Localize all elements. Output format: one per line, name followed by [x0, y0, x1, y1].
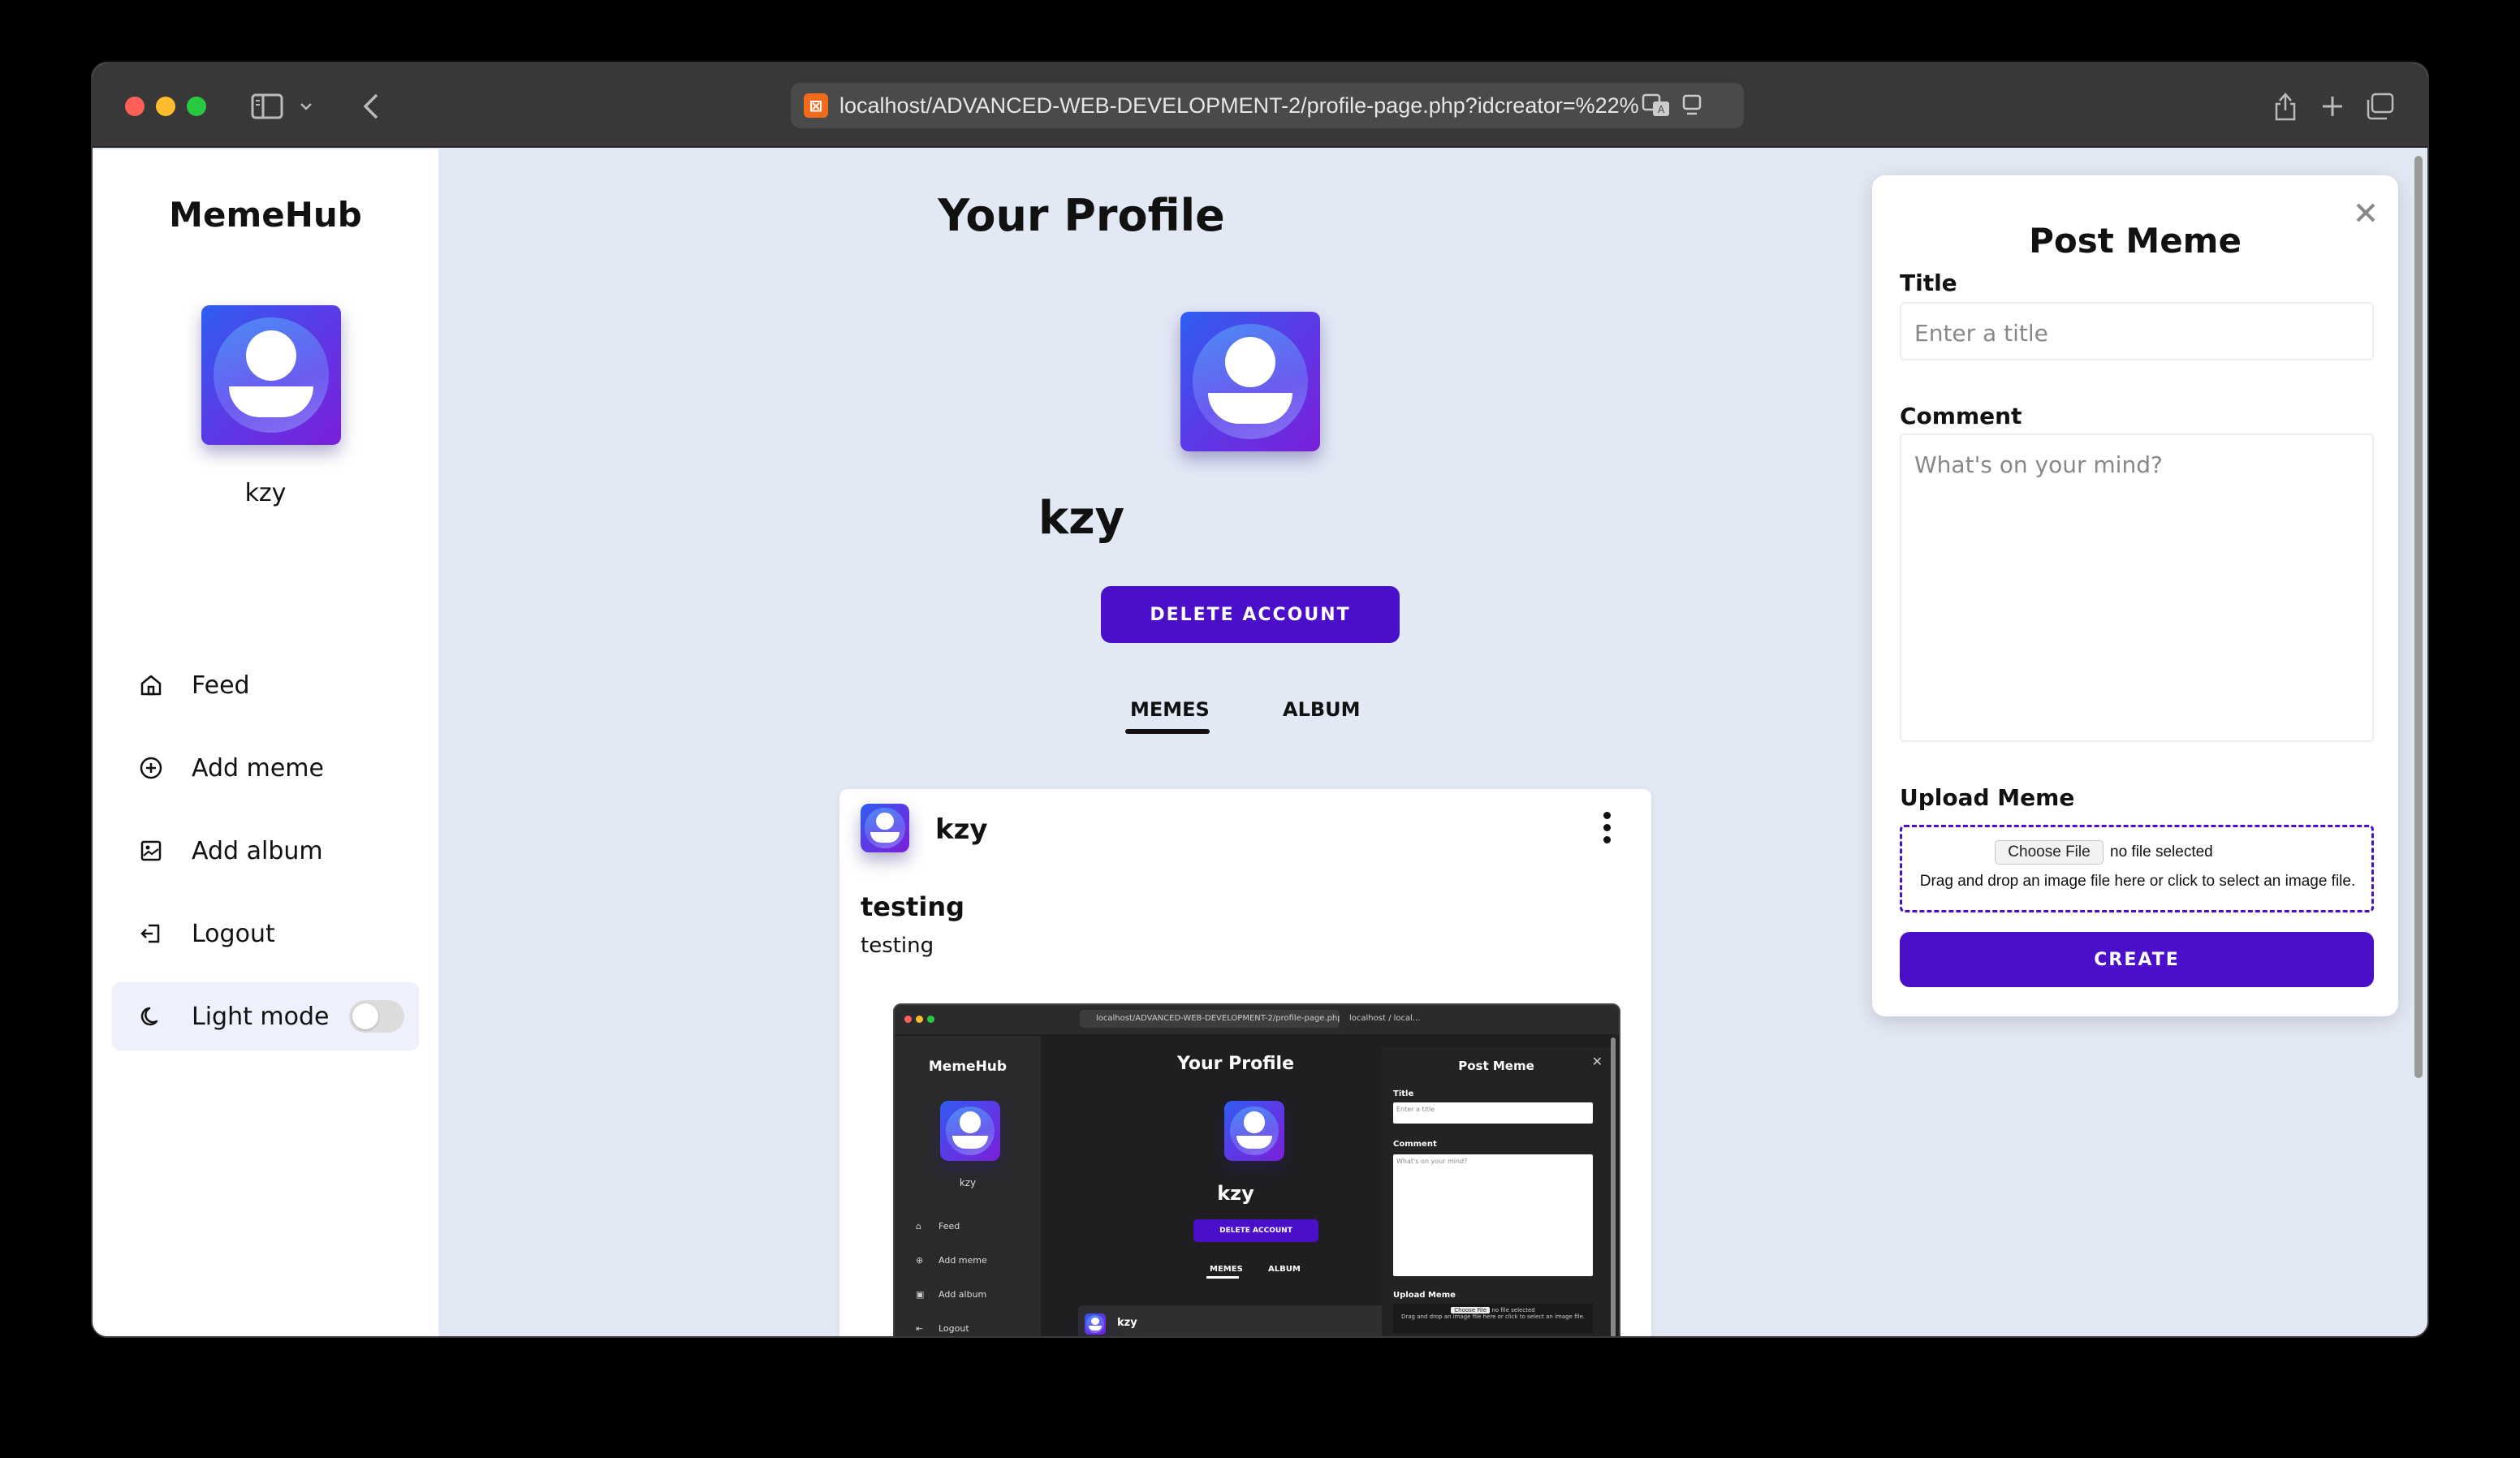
logout-icon	[135, 917, 167, 950]
nested-comment-label: Comment	[1393, 1140, 1437, 1149]
nested-nav-feed: ⌂ Feed	[916, 1221, 960, 1232]
post-author-name[interactable]: kzy	[935, 813, 988, 846]
comment-label: Comment	[1900, 403, 2022, 429]
reader-icon[interactable]	[1674, 88, 1710, 123]
nested-profile-username: kzy	[1217, 1182, 1254, 1205]
logout-icon: ⇤	[916, 1323, 924, 1334]
meme-post-card: kzy testing testing localhost/ADVANCED-W…	[839, 789, 1651, 1336]
nested-title: Your Profile	[1176, 1054, 1295, 1074]
scrollbar-thumb[interactable]	[2414, 156, 2423, 1078]
nested-comment-input: What's on your mind?	[1393, 1154, 1593, 1276]
profile-username: kzy	[1038, 492, 1125, 545]
choose-file-button[interactable]: Choose File	[1995, 840, 2104, 865]
sidebar-item-label: Add meme	[192, 753, 324, 783]
plus-circle-icon: ⊕	[916, 1255, 924, 1266]
delete-account-button[interactable]: DELETE ACCOUNT	[1101, 586, 1400, 643]
nested-scrollbar	[1611, 1037, 1616, 1336]
post-image[interactable]: localhost/ADVANCED-WEB-DEVELOPMENT-2/pro…	[893, 1003, 1620, 1336]
tab-album[interactable]: ALBUM	[1283, 698, 1361, 721]
post-title: testing	[861, 891, 964, 922]
post-author-avatar[interactable]	[861, 804, 909, 852]
sidebar-item-label: Light mode	[192, 1002, 330, 1031]
nested-brand: MemeHub	[928, 1059, 1008, 1075]
chevron-down-icon[interactable]	[294, 86, 318, 127]
moon-icon	[135, 1000, 167, 1033]
nested-url-tab: localhost / local...	[1349, 1014, 1421, 1023]
svg-text:A: A	[1658, 104, 1665, 115]
nested-profile-avatar	[1224, 1101, 1284, 1161]
site-favicon-icon: ⊠	[804, 93, 828, 118]
post-meme-panel: Post Meme Title Enter a title Comment Wh…	[1872, 175, 2398, 1016]
close-window-button[interactable]	[125, 97, 145, 116]
create-button[interactable]: CREATE	[1900, 932, 2374, 987]
sidebar-item-feed[interactable]: Feed	[112, 651, 419, 719]
tab-memes[interactable]: MEMES	[1130, 698, 1210, 721]
image-icon: ▣	[916, 1289, 925, 1300]
image-icon	[135, 835, 167, 867]
minimize-window-button[interactable]	[156, 97, 175, 116]
upload-label: Upload Meme	[1900, 784, 2075, 811]
profile-avatar	[1180, 312, 1320, 451]
nested-title-label: Title	[1393, 1089, 1414, 1098]
nested-upload-label: Upload Meme	[1393, 1291, 1456, 1300]
nested-card-avatar	[1085, 1313, 1106, 1335]
nested-upload-zone: Choose File no file selected Drag and dr…	[1393, 1304, 1593, 1333]
plus-circle-icon	[135, 752, 167, 784]
post-comment: testing	[861, 934, 934, 958]
nested-avatar	[940, 1101, 1000, 1161]
sidebar-item-logout[interactable]: Logout	[112, 899, 419, 968]
address-bar[interactable]: ⊠ localhost/ADVANCED-WEB-DEVELOPMENT-2/p…	[791, 83, 1744, 128]
home-icon	[135, 669, 167, 701]
tab-overview-icon[interactable]	[2359, 86, 2400, 127]
nested-card-user: kzy	[1117, 1317, 1137, 1329]
nested-post-card: kzy	[1078, 1305, 1387, 1336]
nested-tab-indicator	[1206, 1276, 1239, 1279]
panel-title: Post Meme	[2029, 221, 2242, 261]
drop-instructions: Drag and drop an image file here or clic…	[1919, 873, 2356, 890]
new-tab-icon[interactable]	[2312, 86, 2353, 127]
more-options-icon[interactable]	[1603, 812, 1612, 844]
sidebar-item-add-meme[interactable]: Add meme	[112, 734, 419, 802]
nested-tab-album: ALBUM	[1268, 1265, 1301, 1274]
sidebar-item-add-album[interactable]: Add album	[112, 817, 419, 885]
sidebar-item-label: Logout	[192, 919, 275, 948]
share-icon[interactable]	[2265, 86, 2306, 127]
nested-post-panel: Post Meme ✕ Title Enter a title Comment …	[1382, 1047, 1611, 1336]
active-tab-indicator	[1125, 729, 1210, 734]
browser-window: ⊠ localhost/ADVANCED-WEB-DEVELOPMENT-2/p…	[91, 62, 2429, 1338]
nested-delete-button: DELETE ACCOUNT	[1193, 1219, 1318, 1242]
nested-close-icon: ✕	[1591, 1054, 1603, 1069]
nested-tab-memes: MEMES	[1210, 1265, 1243, 1274]
page-title: Your Profile	[938, 190, 1225, 241]
sidebar: MemeHub kzy Feed Add meme Add album Logo…	[93, 149, 438, 1336]
no-file-text: no file selected	[2110, 843, 2213, 861]
sidebar-avatar[interactable]	[201, 305, 341, 445]
back-icon[interactable]	[351, 86, 391, 127]
home-icon: ⌂	[916, 1221, 921, 1232]
title-input[interactable]: Enter a title	[1900, 302, 2374, 360]
page-scrollbar[interactable]	[2413, 153, 2424, 1336]
sidebar-toggle-icon[interactable]	[247, 86, 287, 127]
nested-nav-add-album: ▣ Add album	[916, 1289, 987, 1300]
translate-icon[interactable]: A	[1638, 88, 1674, 123]
nested-panel-title: Post Meme	[1458, 1059, 1534, 1073]
nested-username: kzy	[959, 1177, 977, 1188]
sidebar-username: kzy	[244, 479, 287, 507]
sidebar-item-label: Add album	[192, 836, 323, 865]
nested-nav-logout: ⇤ Logout	[916, 1323, 969, 1334]
nested-nav-add-meme: ⊕ Add meme	[916, 1255, 987, 1266]
url-text[interactable]: localhost/ADVANCED-WEB-DEVELOPMENT-2/pro…	[839, 93, 1638, 119]
close-icon[interactable]	[2348, 195, 2384, 231]
nested-url: localhost/ADVANCED-WEB-DEVELOPMENT-2/pro…	[1080, 1010, 1340, 1028]
sidebar-item-light-mode[interactable]: Light mode	[112, 982, 419, 1050]
comment-textarea[interactable]: What's on your mind?	[1900, 434, 2374, 742]
upload-dropzone[interactable]: Choose File no file selected Drag and dr…	[1900, 825, 2374, 912]
sidebar-item-label: Feed	[192, 671, 250, 700]
title-label: Title	[1900, 270, 1957, 296]
maximize-window-button[interactable]	[187, 97, 206, 116]
browser-toolbar: ⊠ localhost/ADVANCED-WEB-DEVELOPMENT-2/p…	[93, 63, 2427, 148]
brand-logo-text[interactable]: MemeHub	[93, 195, 438, 235]
nested-title-input: Enter a title	[1393, 1102, 1593, 1124]
light-mode-toggle[interactable]	[349, 1000, 404, 1033]
